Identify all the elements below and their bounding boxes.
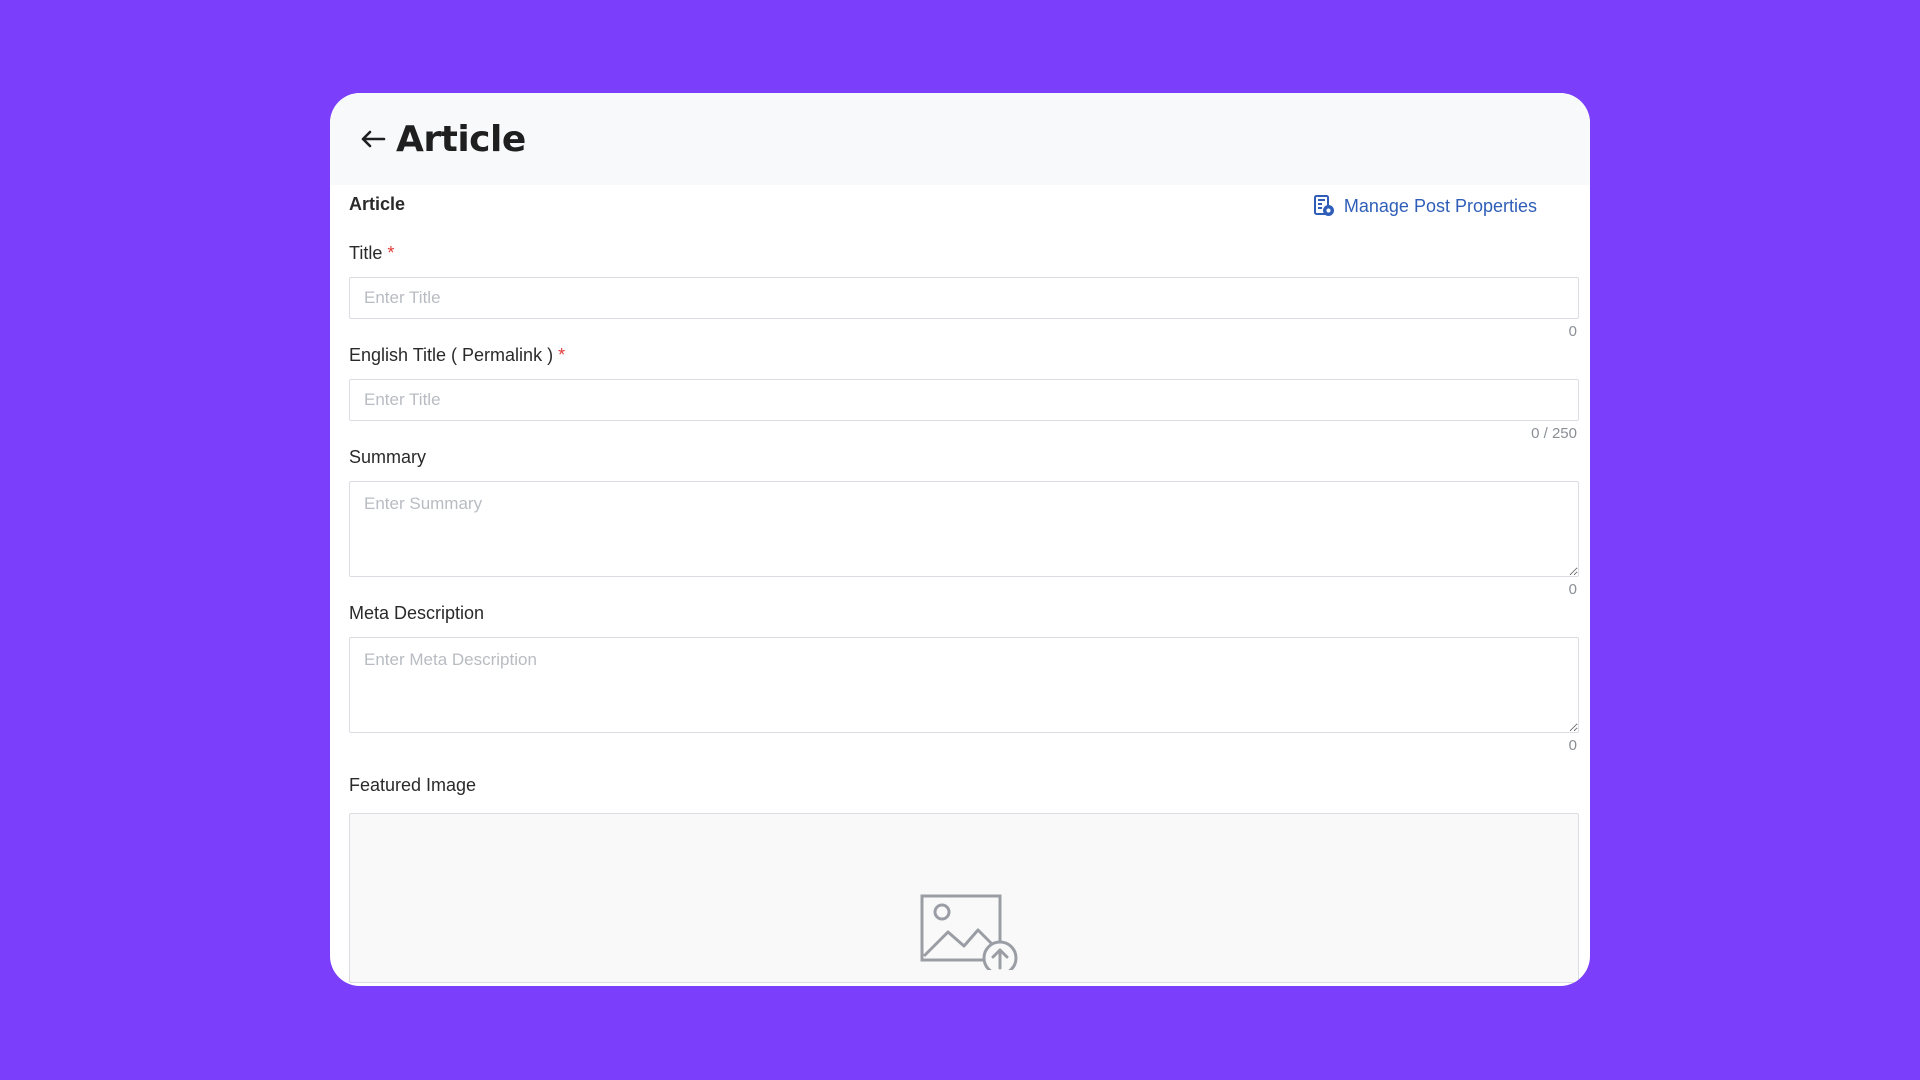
summary-label: Summary — [349, 447, 427, 467]
english-title-label-text: English Title ( Permalink ) — [349, 345, 554, 365]
article-form: Article Manage Post Properties Title * E… — [330, 185, 1590, 983]
back-button[interactable] — [356, 122, 390, 156]
required-mark: * — [387, 243, 395, 263]
english-title-input[interactable] — [349, 379, 1579, 421]
page-title: Article — [396, 118, 526, 160]
section-header: Article Manage Post Properties — [349, 185, 1578, 241]
title-label-text: Title — [349, 243, 383, 263]
required-mark: * — [558, 345, 566, 365]
summary-char-counter: 0 — [1568, 581, 1577, 598]
featured-image-label: Featured Image — [349, 775, 477, 795]
article-card: Article Article Manage Post Properties T… — [330, 93, 1590, 986]
meta-description-label: Meta Description — [349, 603, 485, 623]
image-upload-icon — [920, 894, 1018, 970]
summary-textarea[interactable] — [349, 481, 1579, 577]
english-title-char-counter: 0 / 250 — [1531, 425, 1577, 442]
page-header: Article — [330, 93, 1590, 185]
arrow-left-icon — [361, 130, 386, 148]
featured-image-dropzone[interactable] — [349, 813, 1579, 983]
english-title-label: English Title ( Permalink ) * — [349, 343, 1578, 367]
manage-link-label: Manage Post Properties — [1343, 195, 1537, 216]
document-settings-icon — [1313, 195, 1335, 217]
title-input[interactable] — [349, 277, 1579, 319]
meta-description-textarea[interactable] — [349, 637, 1579, 733]
manage-post-properties-link[interactable]: Manage Post Properties — [1313, 195, 1537, 217]
title-char-counter: 0 — [1568, 323, 1577, 340]
title-label: Title * — [349, 241, 1578, 265]
section-label: Article — [349, 194, 406, 214]
meta-description-char-counter: 0 — [1568, 737, 1577, 754]
